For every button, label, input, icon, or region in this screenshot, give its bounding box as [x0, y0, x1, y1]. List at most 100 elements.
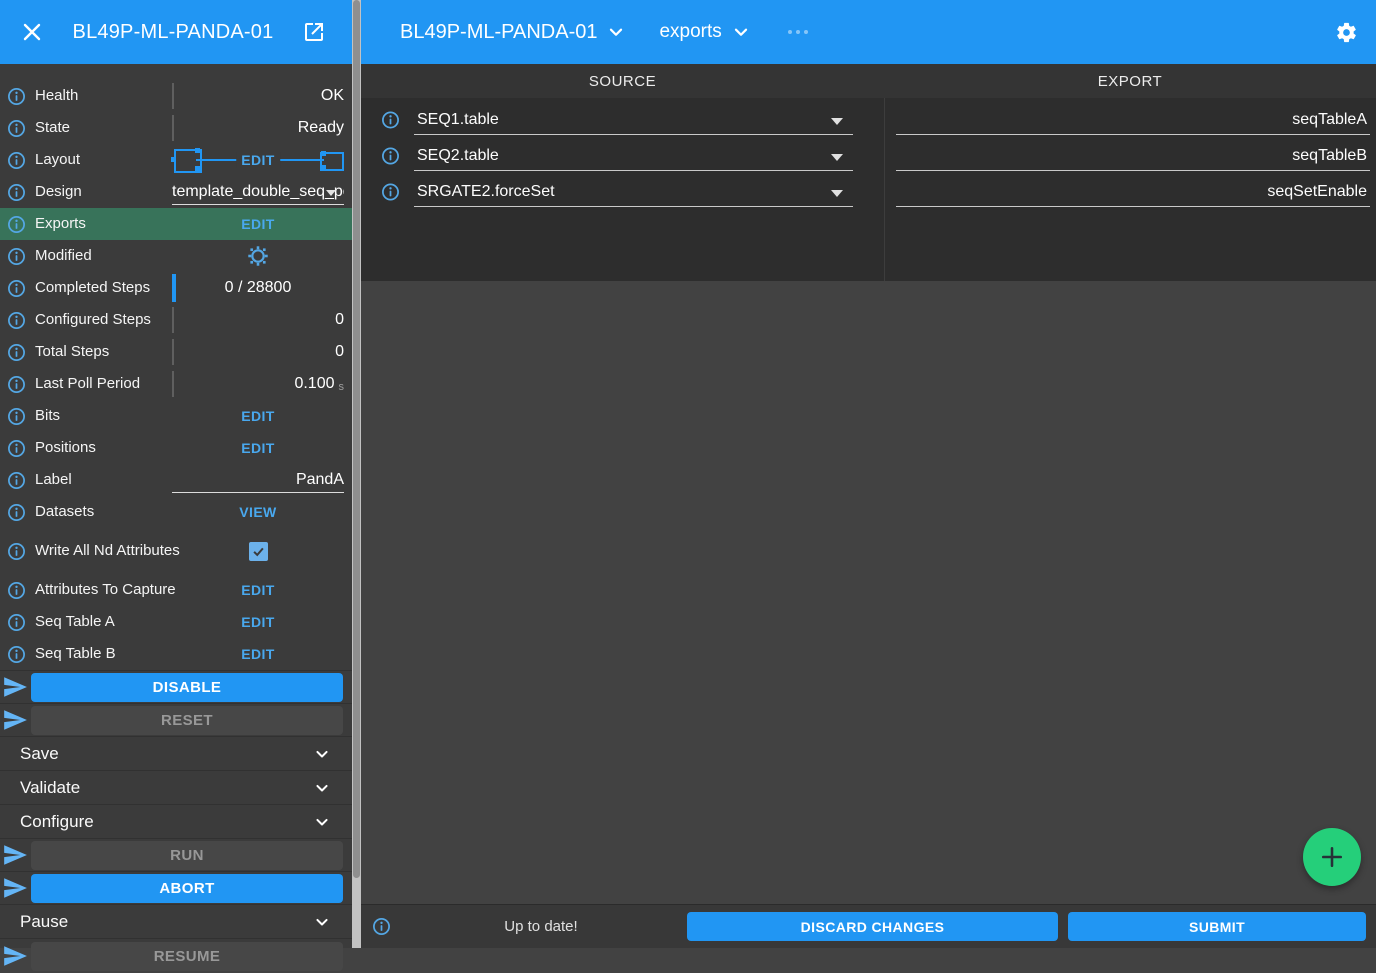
info-icon[interactable] [381, 111, 400, 130]
open-in-new-icon[interactable] [302, 20, 326, 44]
info-icon[interactable] [7, 542, 26, 561]
info-icon[interactable] [7, 343, 26, 362]
source-select[interactable]: SRGATE2.forceSet [414, 174, 853, 210]
health-value: OK [321, 87, 344, 105]
table-header: SOURCE EXPORT [361, 64, 1376, 98]
gear-icon[interactable] [1335, 21, 1358, 44]
completed-steps-value: 0 / 28800 [225, 279, 292, 297]
configured-steps-value: 0 [335, 311, 344, 329]
info-icon[interactable] [7, 247, 26, 266]
positions-edit-button[interactable]: EDIT [241, 440, 275, 456]
info-icon[interactable] [372, 917, 391, 936]
submit-button[interactable]: SUBMIT [1068, 912, 1366, 941]
info-icon[interactable] [7, 503, 26, 522]
info-icon[interactable] [7, 87, 26, 106]
attr-row-positions: Positions EDIT [0, 432, 352, 464]
attr-row-total-steps: Total Steps 0 [0, 336, 352, 368]
seq-table-a-edit-button[interactable]: EDIT [241, 614, 275, 630]
bits-edit-button[interactable]: EDIT [241, 408, 275, 424]
source-column-header: SOURCE [361, 73, 884, 90]
table-rows: SEQ1.table seqTableA SEQ2.table seqTable… [361, 98, 1376, 210]
label-input[interactable]: PandA [172, 464, 344, 496]
more-icon[interactable] [788, 30, 808, 34]
method-row-reset: RESET [0, 703, 352, 736]
scrollbar-thumb[interactable] [353, 0, 360, 878]
dropdown-arrow-icon [831, 118, 843, 125]
dropdown-arrow-icon [326, 190, 336, 196]
abort-button[interactable]: ABORT [31, 874, 343, 903]
sidebar-scrollbar[interactable] [352, 0, 361, 948]
attr-row-completed-steps: Completed Steps 0 / 28800 [0, 272, 352, 304]
info-icon[interactable] [7, 407, 26, 426]
info-icon[interactable] [7, 471, 26, 490]
sidebar-title: BL49P-ML-PANDA-01 [44, 21, 302, 44]
run-button: RUN [31, 841, 343, 870]
info-icon[interactable] [7, 151, 26, 170]
export-name-input[interactable]: seqTableB [896, 138, 1370, 174]
method-actions: DISABLE RESET Save Validate Configure RU… [0, 670, 352, 973]
export-name-input[interactable]: seqSetEnable [896, 174, 1370, 210]
chevron-down-icon [312, 744, 332, 764]
attr-row-design: Design template_double_seq_pcomp [0, 176, 352, 208]
attr-row-exports[interactable]: Exports EDIT [0, 208, 352, 240]
method-row-abort: ABORT [0, 871, 352, 904]
seq-table-b-edit-button[interactable]: EDIT [241, 646, 275, 662]
info-icon[interactable] [381, 147, 400, 166]
attr-row-seq-table-a: Seq Table A EDIT [0, 606, 352, 638]
info-icon[interactable] [7, 581, 26, 600]
exports-panel: BL49P-ML-PANDA-01 exports SOURCE EXPORT … [361, 0, 1376, 948]
chevron-down-icon[interactable] [605, 21, 627, 43]
layout-preview-icon[interactable]: EDIT [172, 144, 344, 176]
attribute-list: Health OK State Ready Layout EDIT [0, 80, 352, 670]
exports-table: SOURCE EXPORT SEQ1.table seqTableA SEQ2.… [361, 64, 1376, 281]
export-name-input[interactable]: seqTableA [896, 102, 1370, 138]
info-icon[interactable] [7, 439, 26, 458]
info-icon[interactable] [7, 119, 26, 138]
attributes-to-capture-edit-button[interactable]: EDIT [241, 582, 275, 598]
info-icon[interactable] [7, 311, 26, 330]
table-footer: Up to date! DISCARD CHANGES SUBMIT [361, 904, 1376, 948]
info-icon[interactable] [7, 645, 26, 664]
discard-changes-button[interactable]: DISCARD CHANGES [687, 912, 1058, 941]
breadcrumb-section[interactable]: exports [659, 21, 721, 43]
resume-button: RESUME [31, 942, 343, 971]
total-steps-value: 0 [335, 343, 344, 361]
expander-save[interactable]: Save [0, 736, 352, 770]
method-row-disable: DISABLE [0, 670, 352, 703]
source-select[interactable]: SEQ1.table [414, 102, 853, 138]
attr-row-health: Health OK [0, 80, 352, 112]
info-icon[interactable] [7, 613, 26, 632]
exports-edit-button[interactable]: EDIT [241, 216, 275, 232]
device-sidebar: BL49P-ML-PANDA-01 Health OK State Ready … [0, 0, 352, 948]
info-icon[interactable] [381, 183, 400, 202]
info-icon[interactable] [7, 215, 26, 234]
disable-button[interactable]: DISABLE [31, 673, 343, 702]
expander-configure[interactable]: Configure [0, 804, 352, 838]
close-icon[interactable] [20, 20, 44, 44]
info-icon[interactable] [7, 279, 26, 298]
layout-edit-button[interactable]: EDIT [236, 152, 280, 168]
datasets-view-button[interactable]: VIEW [239, 504, 276, 520]
attr-row-last-poll-period: Last Poll Period 0.100 s [0, 368, 352, 400]
expander-pause[interactable]: Pause [0, 904, 352, 938]
send-icon [2, 707, 28, 733]
chevron-down-icon[interactable] [730, 21, 752, 43]
breadcrumb-device[interactable]: BL49P-ML-PANDA-01 [400, 21, 597, 44]
attr-row-bits: Bits EDIT [0, 400, 352, 432]
add-export-fab[interactable] [1303, 828, 1361, 886]
attr-row-state: State Ready [0, 112, 352, 144]
info-icon[interactable] [7, 183, 26, 202]
attr-row-attributes-to-capture: Attributes To Capture EDIT [0, 574, 352, 606]
expander-validate[interactable]: Validate [0, 770, 352, 804]
send-icon [2, 674, 28, 700]
attr-row-seq-table-b: Seq Table B EDIT [0, 638, 352, 670]
design-select[interactable]: template_double_seq_pcomp [172, 176, 344, 208]
source-select[interactable]: SEQ2.table [414, 138, 853, 174]
write-all-nd-checkbox[interactable] [249, 542, 268, 561]
export-column-header: EXPORT [884, 73, 1376, 90]
send-icon [2, 875, 28, 901]
info-icon[interactable] [7, 375, 26, 394]
plus-icon [1318, 843, 1346, 871]
chevron-down-icon [312, 812, 332, 832]
modified-icon [247, 245, 269, 267]
